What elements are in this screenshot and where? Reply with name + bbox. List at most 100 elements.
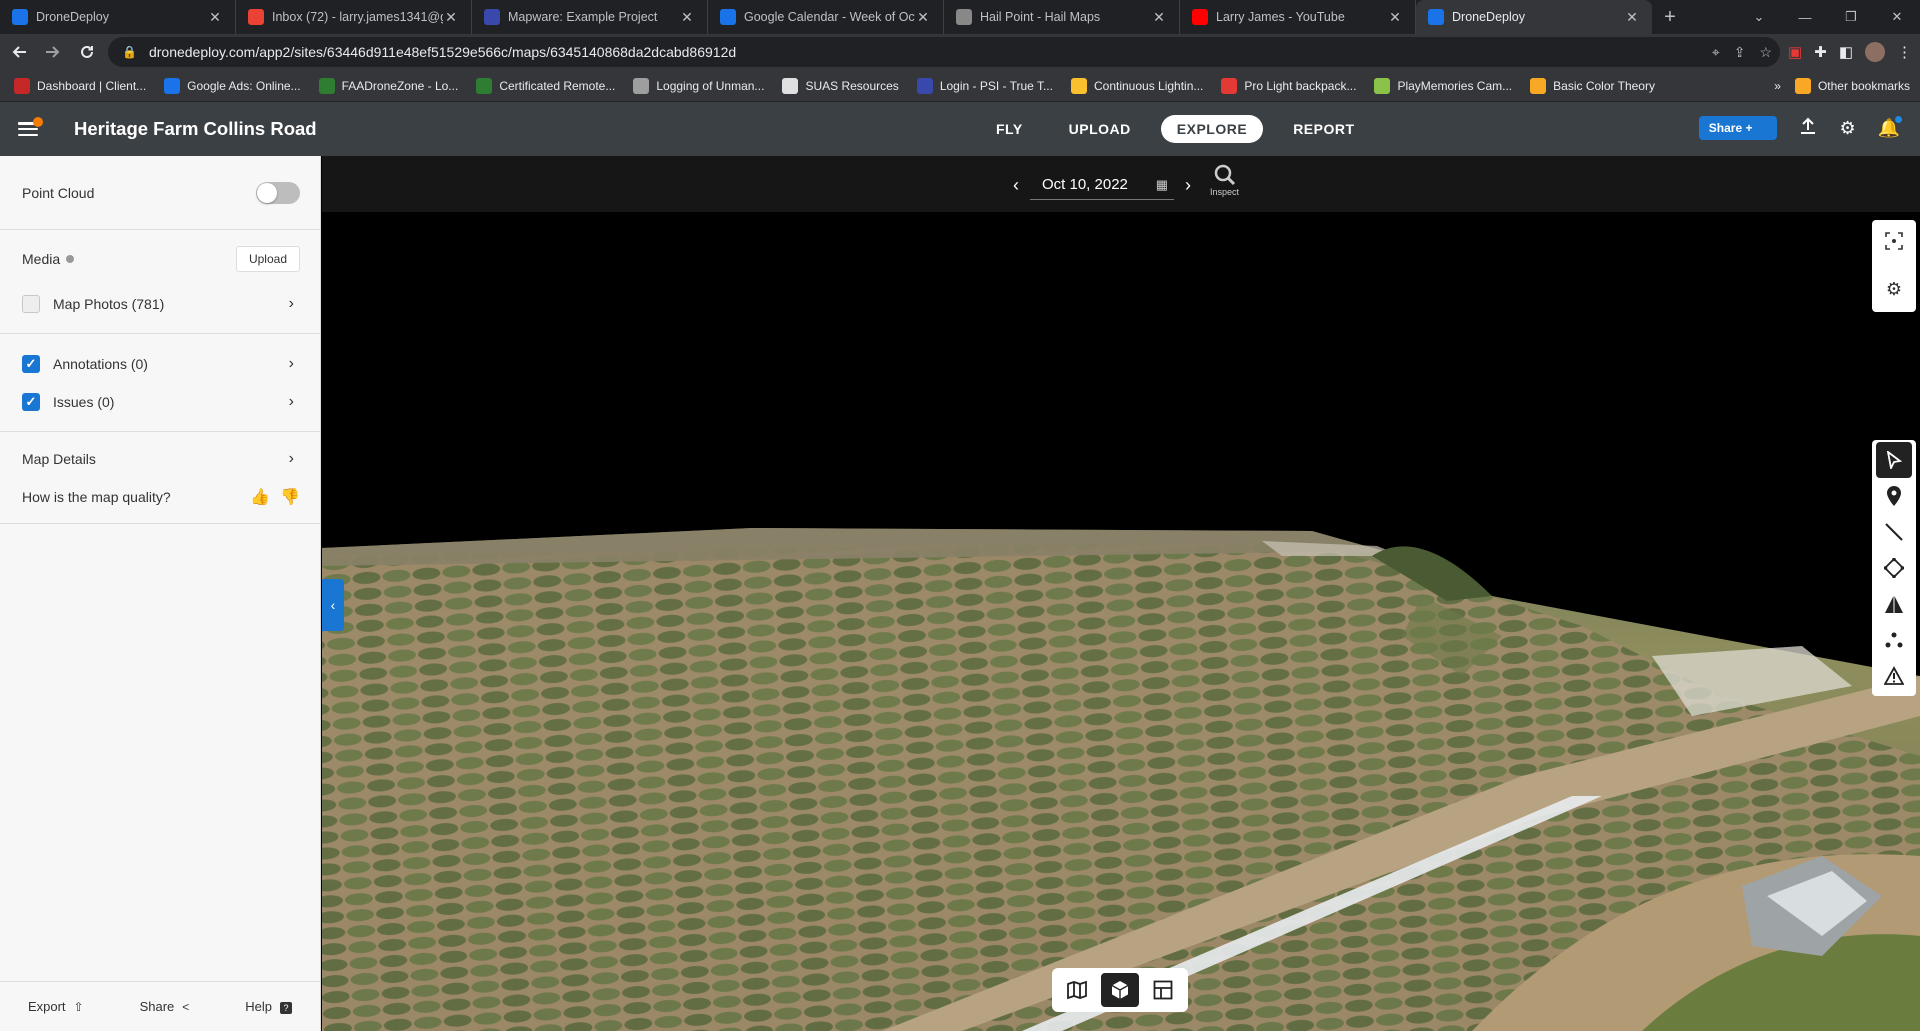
issues-row[interactable]: ✓ Issues (0) › (0, 383, 320, 421)
farm-3d-model[interactable] (322, 156, 1920, 1031)
export-link[interactable]: Export ⇧ (28, 999, 84, 1014)
bookmarks-more-icon[interactable]: » (1774, 79, 1781, 93)
bookmark-item[interactable]: Login - PSI - True T... (916, 77, 1053, 94)
thumbs-down-icon[interactable]: 👎 (280, 487, 300, 507)
bookmark-item[interactable]: SUAS Resources (782, 77, 899, 94)
bookmark-item[interactable]: Basic Color Theory (1530, 77, 1655, 94)
bookmark-item[interactable]: Pro Light backpack... (1221, 77, 1356, 94)
inspect-button[interactable]: Inspect (1210, 164, 1239, 197)
issues-checkbox[interactable]: ✓ (22, 393, 40, 411)
browser-tab[interactable]: Hail Point - Hail Maps ✕ (944, 0, 1180, 34)
extensions-puzzle-icon[interactable]: ✚ (1814, 43, 1827, 61)
address-bar[interactable]: 🔒 dronedeploy.com/app2/sites/63446d911e4… (108, 37, 1780, 67)
next-date-chevron-icon[interactable]: › (1174, 175, 1202, 196)
browser-tab[interactable]: Google Calendar - Week of Octo ✕ (708, 0, 944, 34)
bookmark-item[interactable]: Continuous Lightin... (1070, 77, 1203, 94)
reload-button[interactable] (72, 37, 102, 67)
map-quality-row: How is the map quality? 👍 👎 (0, 478, 320, 516)
close-tab-icon[interactable]: ✕ (443, 9, 459, 26)
3d-model-icon[interactable] (1100, 973, 1139, 1007)
chrome-menu-icon[interactable]: ⋮ (1897, 43, 1912, 61)
mapware-icon (484, 9, 500, 25)
bookmark-item[interactable]: Certificated Remote... (476, 77, 615, 94)
new-tab-button[interactable]: + (1652, 0, 1688, 34)
recenter-icon[interactable] (1885, 232, 1903, 255)
annotations-checkbox[interactable]: ✓ (22, 355, 40, 373)
share-page-icon[interactable]: ⇪ (1734, 44, 1746, 61)
annotations-row[interactable]: ✓ Annotations (0) › (0, 345, 320, 383)
settings-gear-icon[interactable]: ⚙ (1839, 118, 1855, 139)
export-upload-icon[interactable] (1799, 117, 1817, 140)
back-button[interactable] (4, 37, 34, 67)
close-tab-icon[interactable]: ✕ (1151, 9, 1167, 26)
tab-search-icon[interactable]: ⌄ (1736, 0, 1782, 34)
help-link[interactable]: Help? (245, 999, 292, 1014)
tab-upload[interactable]: UPLOAD (1053, 115, 1147, 143)
point-cloud-toggle[interactable] (256, 182, 300, 204)
share-link-label: Share (139, 999, 175, 1014)
other-bookmarks-label: Other bookmarks (1817, 78, 1910, 93)
thumbs-up-icon[interactable]: 👍 (250, 487, 270, 507)
minimize-button[interactable]: — (1782, 0, 1828, 34)
close-window-button[interactable]: ✕ (1874, 0, 1920, 34)
previous-date-chevron-icon[interactable]: ‹ (1002, 175, 1030, 196)
location-pin-icon[interactable] (1876, 478, 1912, 514)
browser-tab[interactable]: DroneDeploy ✕ (0, 0, 236, 34)
location-icon[interactable]: ⌖ (1712, 44, 1720, 61)
bookmark-star-icon[interactable]: ☆ (1759, 44, 1772, 61)
bell-badge (1895, 115, 1902, 123)
tab-report[interactable]: REPORT (1277, 115, 1370, 143)
close-tab-icon[interactable]: ✕ (1624, 9, 1640, 26)
close-tab-icon[interactable]: ✕ (207, 9, 223, 26)
map-viewer-3d[interactable]: ‹ Oct 10, 2022 ▦ › Inspect ⚙ (322, 156, 1920, 1031)
close-tab-icon[interactable]: ✕ (679, 9, 695, 26)
share-button[interactable]: Share +👤 (1698, 116, 1778, 140)
bookmark-item[interactable]: Logging of Unman... (633, 77, 764, 94)
profile-avatar-icon[interactable] (1865, 42, 1885, 62)
line-measure-icon[interactable] (1876, 514, 1912, 550)
info-icon[interactable] (66, 255, 75, 263)
tab-explore[interactable]: EXPLORE (1160, 115, 1264, 143)
close-tab-icon[interactable]: ✕ (915, 9, 931, 26)
browser-tab[interactable]: Mapware: Example Project ✕ (472, 0, 708, 34)
date-picker[interactable]: Oct 10, 2022 ▦ (1030, 170, 1174, 200)
map-photos-checkbox[interactable] (22, 295, 40, 313)
bookmark-item[interactable]: PlayMemories Cam... (1374, 77, 1512, 94)
bookmark-item[interactable]: Google Ads: Online... (164, 77, 301, 94)
split-view-icon[interactable] (1144, 973, 1182, 1007)
other-bookmarks[interactable]: Other bookmarks (1794, 77, 1910, 94)
map-details-row[interactable]: Map Details › (0, 440, 320, 478)
forward-button[interactable] (38, 37, 68, 67)
notifications-bell-icon[interactable]: 🔔 (1878, 115, 1902, 139)
count-icon[interactable] (1876, 622, 1912, 658)
chevron-right-icon[interactable]: › (289, 295, 294, 313)
chevron-right-icon[interactable]: › (289, 450, 294, 468)
google-ads-icon (164, 77, 181, 94)
chevron-right-icon[interactable]: › (289, 355, 294, 373)
share-label: Share (1708, 121, 1743, 135)
browser-tab[interactable]: Larry James - YouTube ✕ (1180, 0, 1416, 34)
select-icon[interactable] (1876, 442, 1912, 478)
area-measure-icon[interactable] (1876, 550, 1912, 586)
side-panel-icon[interactable]: ◧ (1839, 43, 1853, 61)
restore-button[interactable]: ❐ (1828, 0, 1874, 34)
extensions-area: ▣ ✚ ◧ ⋮ (1788, 37, 1912, 67)
tab-fly[interactable]: FLY (980, 115, 1039, 143)
2d-map-icon[interactable] (1058, 973, 1096, 1007)
browser-tab[interactable]: DroneDeploy ✕ (1416, 0, 1652, 34)
issue-icon[interactable] (1876, 658, 1912, 694)
map-photos-row[interactable]: Map Photos (781) › (0, 285, 320, 323)
upload-button[interactable]: Upload (235, 246, 300, 272)
volume-icon[interactable] (1876, 586, 1912, 622)
3d-settings-icon[interactable]: ⚙ (1886, 279, 1902, 300)
bookmark-item[interactable]: Dashboard | Client... (14, 77, 146, 94)
share-link[interactable]: Share < (140, 999, 190, 1014)
bookmark-item[interactable]: FAADroneZone - Lo... (318, 77, 458, 94)
browser-tab[interactable]: Inbox (72) - larry.james1341@gm ✕ (236, 0, 472, 34)
address-bar-row: 🔒 dronedeploy.com/app2/sites/63446d911e4… (0, 34, 1920, 70)
main-menu-button[interactable] (0, 102, 56, 156)
chevron-right-icon[interactable]: › (289, 393, 294, 411)
pdf-extension-icon[interactable]: ▣ (1788, 43, 1802, 61)
close-tab-icon[interactable]: ✕ (1387, 9, 1403, 26)
collapse-sidebar-button[interactable]: ‹ (322, 579, 344, 631)
